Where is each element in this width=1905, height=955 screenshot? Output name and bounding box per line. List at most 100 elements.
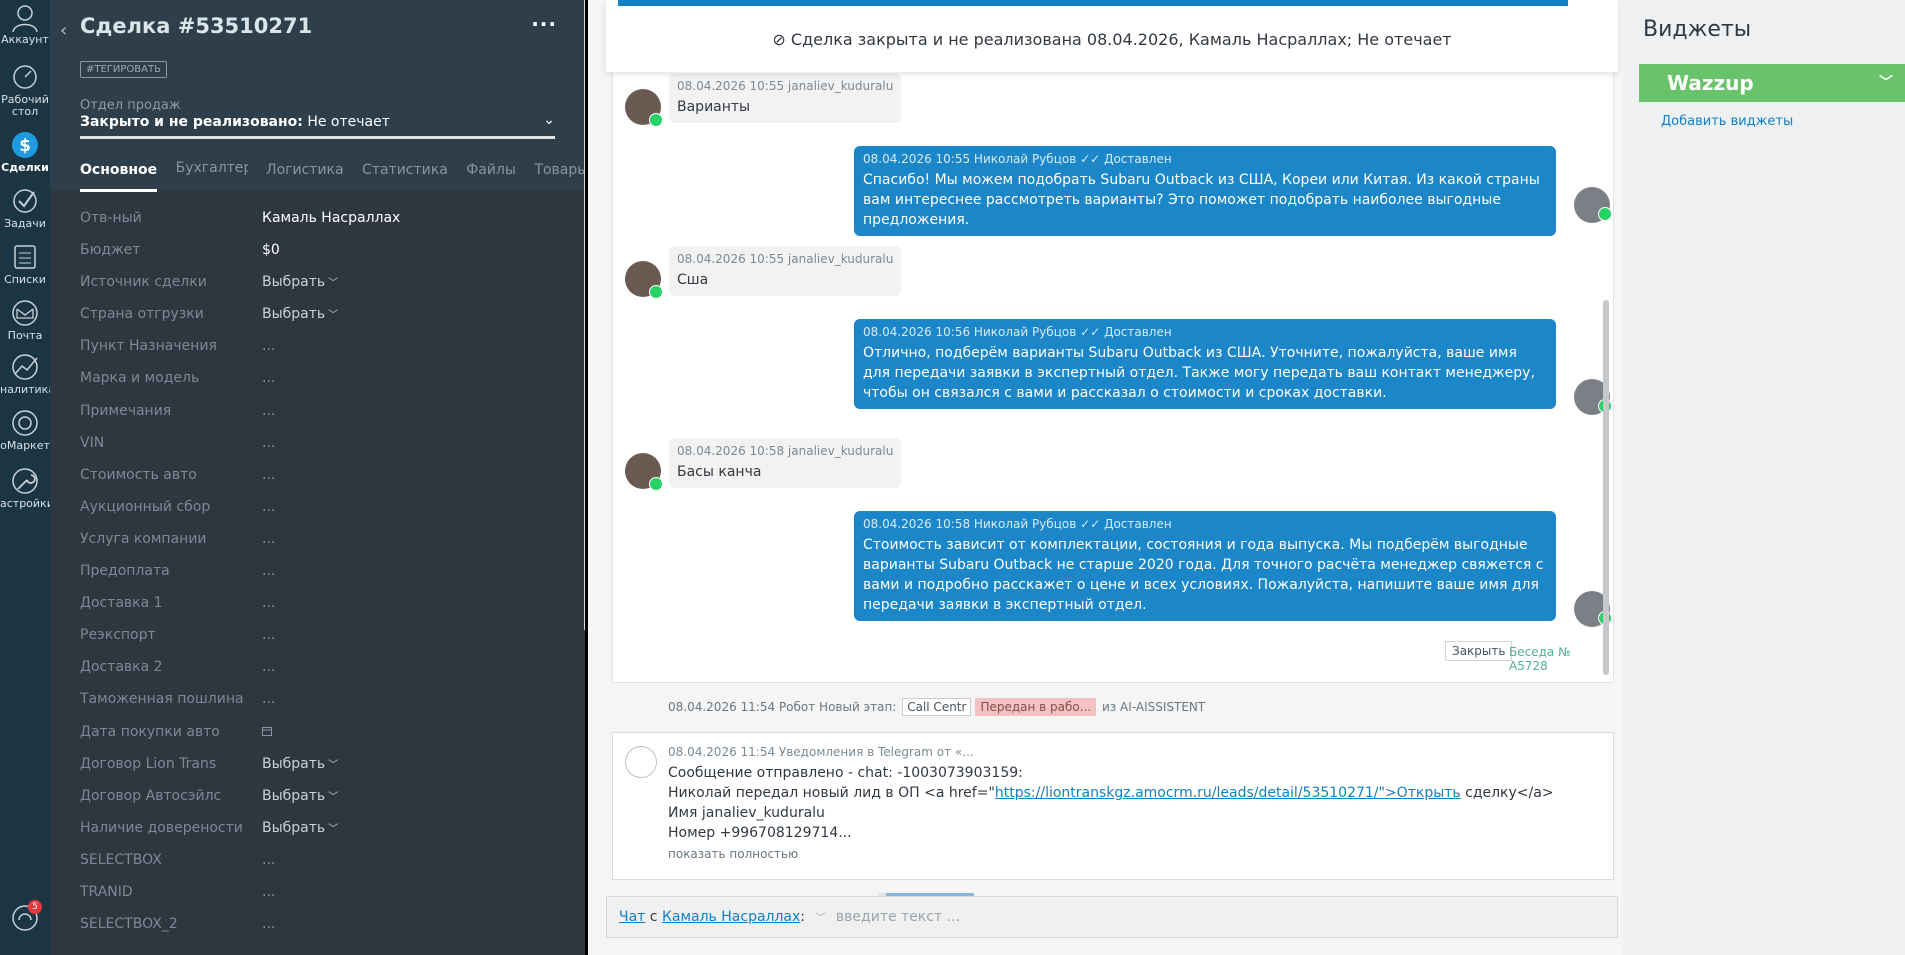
- whatsapp-icon: [649, 477, 663, 491]
- chevron-down-icon[interactable]: ﹀: [1879, 64, 1893, 102]
- nav-market[interactable]: оМаркет: [0, 408, 50, 452]
- wazzup-widget[interactable]: Wazzup ﹀: [1639, 64, 1905, 102]
- field-value[interactable]: ...: [262, 595, 275, 611]
- field-value[interactable]: ...: [262, 884, 275, 900]
- field-value[interactable]: ...: [262, 499, 275, 515]
- date-picker-field[interactable]: [262, 724, 272, 740]
- pipeline-label: Отдел продаж: [80, 98, 181, 113]
- delivery-status: Доставлен: [1104, 152, 1172, 166]
- document-icon: [625, 746, 657, 778]
- nav-lists[interactable]: Списки: [0, 242, 50, 286]
- field-select[interactable]: Выбрать ﹀: [262, 756, 338, 772]
- field-value[interactable]: ...: [262, 691, 275, 707]
- deal-title: Сделка #53510271: [80, 14, 313, 38]
- message-text: Стоимость зависит от комплектации, состо…: [863, 537, 1544, 613]
- more-options-button[interactable]: ···: [531, 12, 557, 36]
- field-select[interactable]: Выбрать ﹀: [262, 788, 338, 804]
- message-meta: 08.04.2026 10:55 janaliev_kuduralu: [677, 252, 894, 266]
- nav-settings[interactable]: астройки: [0, 466, 50, 510]
- tab-logistics[interactable]: Логистика: [266, 162, 344, 192]
- message-author: 08.04.2026 10:55 Николай Рубцов: [863, 152, 1077, 166]
- recipient-link[interactable]: Камаль Насраллах: [662, 909, 800, 925]
- message-author: 08.04.2026 10:58 Николай Рубцов: [863, 517, 1077, 531]
- field-row: Отв-ный Камаль Насраллах: [80, 206, 560, 238]
- message-incoming: 08.04.2026 10:55 janaliev_kuduralu Сша: [669, 246, 902, 296]
- check-circle-icon: [13, 189, 37, 213]
- budget-value[interactable]: $0: [262, 242, 280, 258]
- nav-mail[interactable]: Почта: [0, 298, 50, 342]
- field-row: Дата покупки авто: [80, 720, 560, 752]
- chevron-down-icon: ﹀: [328, 278, 339, 290]
- field-value[interactable]: ...: [262, 627, 275, 643]
- field-value[interactable]: ...: [262, 370, 275, 386]
- field-row: Наличие доверености Выбрать ﹀: [80, 816, 560, 848]
- field-value[interactable]: ...: [262, 467, 275, 483]
- composer-input[interactable]: введите текст ...: [836, 909, 960, 925]
- field-label: Марка и модель: [80, 370, 200, 387]
- field-value[interactable]: ...: [262, 563, 275, 579]
- chevron-down-icon: ﹀: [328, 823, 339, 835]
- wrench-icon: [12, 468, 38, 494]
- message-text: Варианты: [677, 99, 751, 115]
- field-value[interactable]: ...: [262, 659, 275, 675]
- tab-statistics[interactable]: Статистика: [362, 162, 448, 192]
- svg-text:$: $: [19, 136, 31, 156]
- conversation-number-link[interactable]: Беседа № A5728: [1509, 645, 1613, 673]
- tab-products[interactable]: Товары: [534, 162, 585, 192]
- chevron-down-icon[interactable]: ﹀: [815, 913, 825, 924]
- field-value[interactable]: ...: [262, 435, 275, 451]
- nav-label: Задачи: [4, 217, 46, 230]
- deal-closed-banner: ⊘ Сделка закрыта и не реализована 08.04.…: [606, 0, 1618, 72]
- field-label: Бюджет: [80, 242, 141, 259]
- add-widgets-link[interactable]: Добавить виджеты: [1661, 114, 1793, 129]
- field-select[interactable]: Выбрать ﹀: [262, 274, 338, 290]
- stage-to-pill: Передан в рабо...: [975, 698, 1097, 716]
- composer-text: :: [800, 909, 806, 925]
- card-scrollbar[interactable]: [584, 0, 585, 630]
- field-value[interactable]: ...: [262, 852, 275, 868]
- show-full-button[interactable]: показать полностью: [668, 847, 798, 861]
- speedometer-icon: [13, 65, 37, 89]
- nav-account[interactable]: Аккаунт: [0, 2, 50, 46]
- nav-tasks[interactable]: Задачи: [0, 186, 50, 230]
- field-select[interactable]: Выбрать ﹀: [262, 306, 338, 322]
- field-row: Доставка 1...: [80, 591, 560, 623]
- notice-text: Николай передал новый лид в ОП <a href=": [668, 785, 995, 801]
- nav-notifications[interactable]: 5: [0, 900, 50, 936]
- message-outgoing: 08.04.2026 10:58 Николай Рубцов ✓✓ Доста…: [854, 511, 1556, 621]
- field-value[interactable]: ...: [262, 403, 275, 419]
- field-value[interactable]: Камаль Насраллах: [262, 210, 400, 226]
- feed-scrollbar[interactable]: [1603, 300, 1609, 675]
- field-row: Марка и модель...: [80, 366, 560, 398]
- event-text: 08.04.2026 11:54 Робот Новый этап:: [668, 700, 897, 714]
- message-text: Спасибо! Мы можем подобрать Subaru Outba…: [863, 172, 1540, 228]
- nav-deals[interactable]: $ Сделки: [0, 130, 50, 174]
- tab-accounting[interactable]: Бухгалтерия: [176, 160, 248, 190]
- status-select[interactable]: Закрыто и не реализовано: Не отечает: [80, 114, 390, 130]
- status-reason: Не отечает: [307, 114, 390, 130]
- nav-dashboard[interactable]: Рабочий стол: [0, 62, 50, 118]
- message-composer[interactable]: Чат с Камаль Насраллах: ﹀ введите текст …: [606, 896, 1618, 938]
- field-label: TRANID: [80, 883, 133, 900]
- back-arrow-icon[interactable]: ‹: [60, 20, 67, 41]
- chevron-down-icon[interactable]: ⌄: [543, 112, 555, 128]
- status-bold: Закрыто и не реализовано:: [80, 114, 303, 130]
- tag-button[interactable]: #ТЕГИРОВАТЬ: [80, 61, 167, 78]
- close-conversation-button[interactable]: Закрыть: [1445, 641, 1513, 661]
- field-row: Источник сделки Выбрать ﹀: [80, 270, 560, 302]
- field-value[interactable]: ...: [262, 916, 275, 932]
- field-select[interactable]: Выбрать ﹀: [262, 820, 338, 836]
- chat-type-link[interactable]: Чат: [619, 909, 645, 925]
- chevron-down-icon: ﹀: [328, 310, 339, 322]
- tab-files[interactable]: Файлы: [466, 162, 516, 192]
- nav-analytics[interactable]: налитика: [0, 352, 50, 396]
- list-icon: [14, 245, 36, 269]
- field-row: Доставка 2...: [80, 655, 560, 687]
- field-value: Выбрать: [262, 306, 326, 323]
- tab-main[interactable]: Основное: [80, 162, 158, 192]
- field-value[interactable]: ...: [262, 338, 275, 354]
- field-label: Доставка 1: [80, 595, 163, 612]
- field-value[interactable]: ...: [262, 531, 275, 547]
- deal-link[interactable]: https://liontranskgz.amocrm.ru/leads/det…: [995, 785, 1461, 801]
- field-label: Наличие доверености: [80, 819, 243, 836]
